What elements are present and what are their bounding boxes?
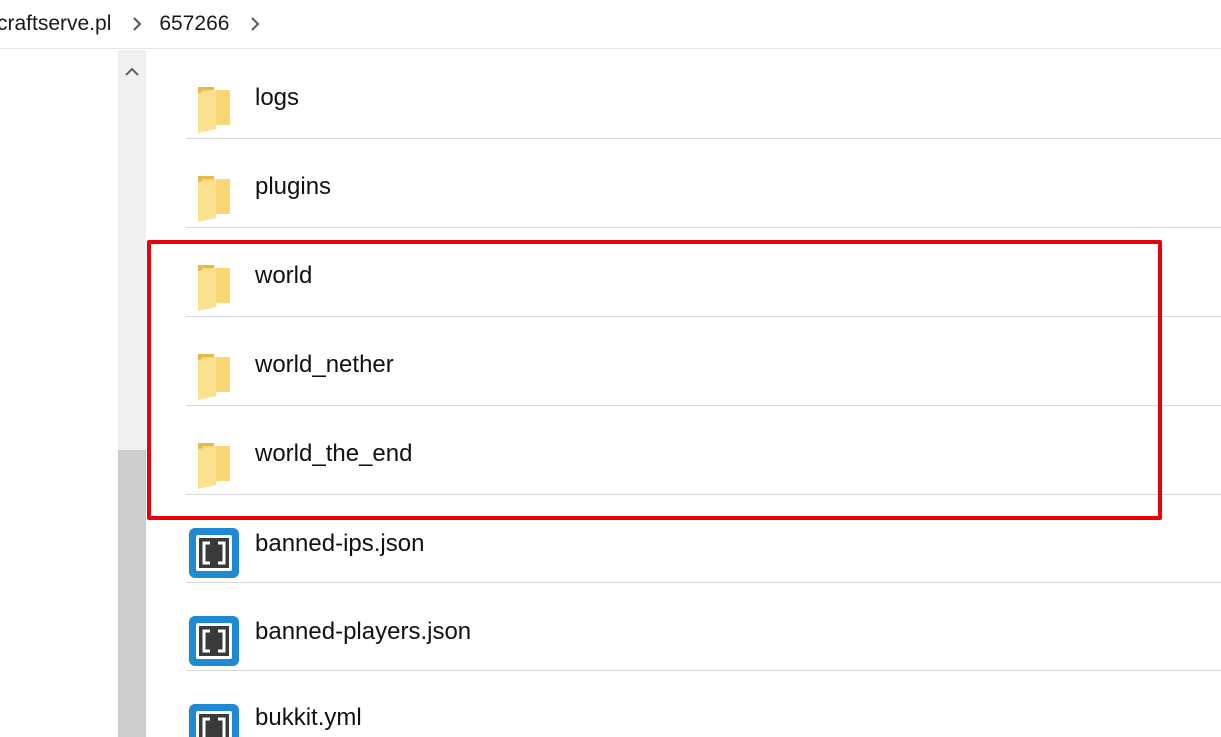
breadcrumb-item-craftserve[interactable]: craftserve.pl [0,12,111,36]
list-item-world-nether[interactable]: world_nether [186,317,1221,406]
vertical-scrollbar[interactable] [118,50,146,737]
list-item-banned-players-json[interactable]: banned-players.json [186,583,1221,671]
brackets-file-icon [188,527,240,579]
folder-icon [188,83,240,135]
file-name[interactable]: plugins [255,172,331,202]
list-item-world-the-end[interactable]: world_the_end [186,406,1221,495]
brackets-file-icon [188,615,240,667]
chevron-right-icon[interactable] [243,12,267,36]
file-name[interactable]: banned-players.json [255,617,471,647]
breadcrumb-item-657266[interactable]: 657266 [159,12,229,36]
folder-icon [188,439,240,491]
scrollbar-thumb[interactable] [118,450,146,737]
file-explorer-window: craftserve.pl 657266 logs plugins world … [0,0,1221,737]
brackets-file-icon [188,703,240,737]
file-name[interactable]: world_nether [255,350,394,380]
scroll-up-arrow-icon[interactable] [118,58,146,86]
list-item-world[interactable]: world [186,228,1221,317]
file-name[interactable]: banned-ips.json [255,529,424,559]
list-item-logs[interactable]: logs [186,50,1221,139]
file-name[interactable]: bukkit.yml [255,703,362,733]
list-item-banned-ips-json[interactable]: banned-ips.json [186,495,1221,583]
list-item-plugins[interactable]: plugins [186,139,1221,228]
file-name[interactable]: world_the_end [255,439,412,469]
chevron-right-icon[interactable] [125,12,149,36]
folder-icon [188,172,240,224]
folder-icon [188,261,240,313]
file-list: logs plugins world world_nether world_th… [186,50,1221,737]
breadcrumb: craftserve.pl 657266 [0,0,1221,49]
file-name[interactable]: logs [255,83,299,113]
list-item-bukkit-yml[interactable]: bukkit.yml [186,671,1221,737]
file-name[interactable]: world [255,261,312,291]
folder-icon [188,350,240,402]
